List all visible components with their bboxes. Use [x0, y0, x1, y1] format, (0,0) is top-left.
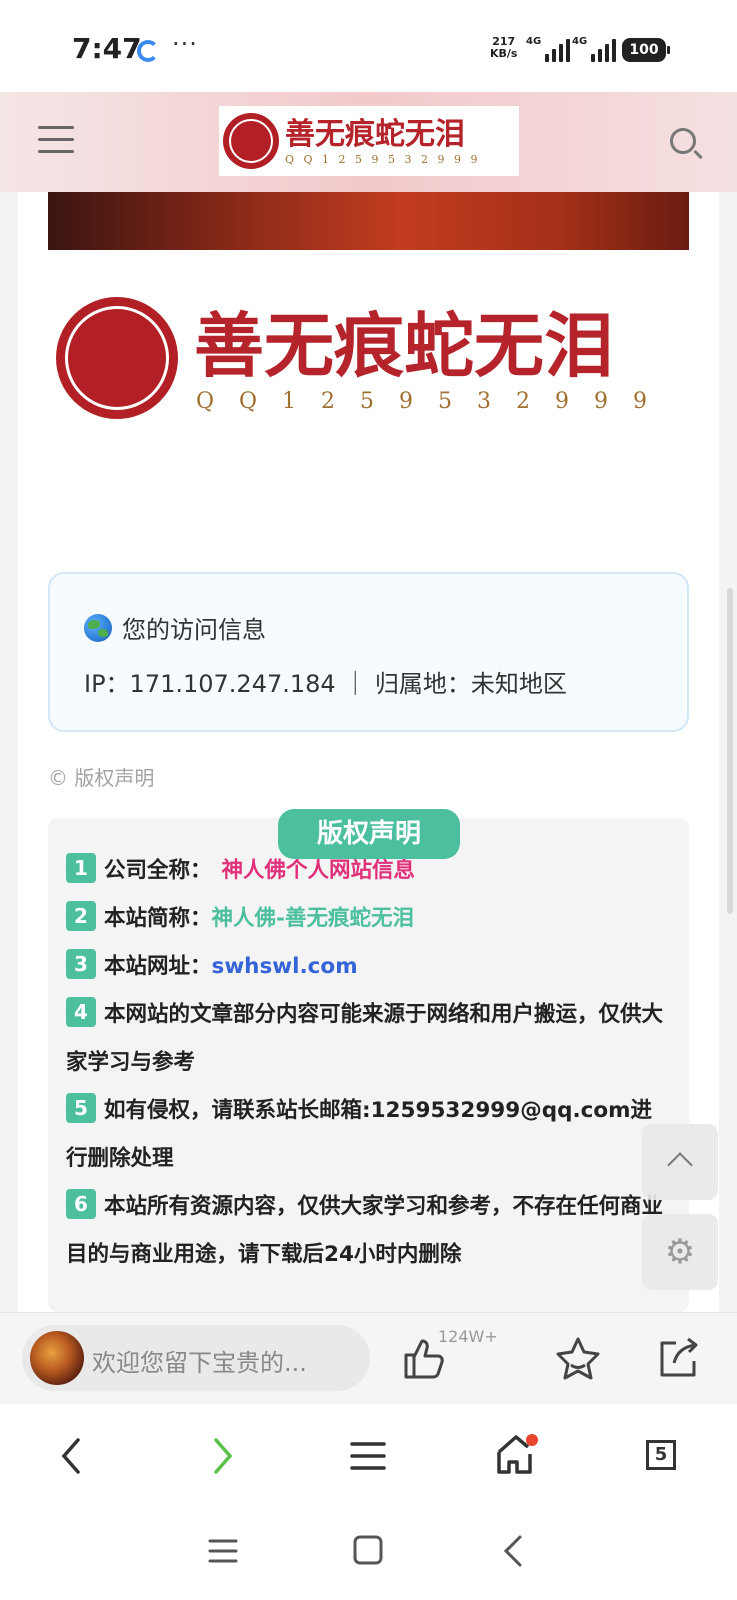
gear-icon: ⚙	[664, 1232, 696, 1272]
snake-seal-icon	[223, 113, 279, 169]
clause-label: 本站简称：	[104, 906, 212, 931]
hero-logo: 善无痕蛇无泪 Q Q 1 2 5 9 5 3 2 9 9 9	[56, 297, 656, 419]
clause-text: 本站所有资源内容，仅供大家学习和参考，不存在任何商业目的与商业用途，请下载后24…	[66, 1194, 664, 1267]
clause-item: 3 本站网址：swhswl.com	[66, 943, 666, 991]
copyright-small-label: © 版权声明	[48, 766, 155, 790]
visit-info-title-text: 您的访问信息	[122, 616, 266, 644]
site-short-name: 神人佛-善无痕蛇无泪	[211, 906, 414, 931]
header-logo-qq: Q Q 1 2 5 9 5 3 2 9 9 9	[285, 152, 481, 166]
avatar	[30, 1331, 84, 1385]
signal-2-icon: 4G	[572, 36, 617, 62]
clause-number: 1	[66, 853, 96, 883]
tabs-count-button[interactable]: 5	[646, 1440, 676, 1470]
globe-icon	[84, 613, 112, 642]
chevron-up-icon	[667, 1152, 693, 1178]
signal-1-label: 4G	[526, 36, 542, 47]
signal-1-icon: 4G	[526, 36, 571, 62]
copyright-clauses: 1 公司全称： 神人佛个人网站信息 2 本站简称：神人佛-善无痕蛇无泪 3 本站网址：s…	[66, 847, 666, 1279]
hero-logo-title: 善无痕蛇无泪	[194, 303, 614, 387]
status-time: 7:47	[72, 32, 142, 65]
banner-image	[48, 192, 689, 250]
visit-info-box: 您的访问信息 IP：171.107.247.184 ｜ 归属地：未知地区	[48, 572, 689, 732]
article-content: 善无痕蛇无泪 Q Q 1 2 5 9 5 3 2 9 9 9 您的访问信息 IP…	[18, 192, 719, 1312]
clause-label: 公司全称：	[104, 858, 212, 883]
settings-button[interactable]: ⚙	[642, 1214, 718, 1290]
clause-number: 3	[66, 949, 96, 979]
clause-number: 6	[66, 1189, 96, 1219]
favorite-star-icon[interactable]	[554, 1335, 602, 1381]
clause-label: 本站网址：	[104, 954, 212, 979]
like-count: 124W+	[438, 1327, 498, 1346]
copyright-badge: 版权声明	[278, 809, 460, 859]
clause-item: 4 本网站的文章部分内容可能来源于网络和用户搬运，仅供大家学习与参考	[66, 991, 666, 1087]
clause-item: 5 如有侵权，请联系站长邮箱:1259532999@qq.com进行删除处理	[66, 1087, 666, 1183]
recent-apps-icon[interactable]	[208, 1536, 238, 1566]
clause-number: 2	[66, 901, 96, 931]
network-speed: 217 KB/s	[490, 36, 517, 60]
system-nav-bar	[0, 1514, 737, 1600]
browser-nav-bar: 5	[0, 1404, 737, 1514]
home-button-icon[interactable]	[352, 1534, 384, 1566]
header-logo-title: 善无痕蛇无泪	[285, 116, 465, 152]
system-back-icon[interactable]	[500, 1534, 526, 1568]
share-icon[interactable]	[656, 1335, 700, 1381]
back-to-top-button[interactable]	[642, 1124, 718, 1200]
header-logo[interactable]: 善无痕蛇无泪 Q Q 1 2 5 9 5 3 2 9 9 9	[219, 106, 519, 176]
clause-text: 本网站的文章部分内容可能来源于网络和用户搬运，仅供大家学习与参考	[66, 1002, 664, 1075]
status-bar: 7:47 ··· 217 KB/s 4G 4G 100	[0, 0, 737, 92]
clause-item: 6 本站所有资源内容，仅供大家学习和参考，不存在任何商业目的与商业用途，请下载后2…	[66, 1183, 666, 1279]
back-arrow-icon[interactable]	[56, 1436, 86, 1476]
site-url-link[interactable]: swhswl.com	[212, 954, 358, 979]
clause-text: 如有侵权，请联系站长邮箱:1259532999@qq.com进行删除处理	[66, 1098, 653, 1171]
company-name: 神人佛个人网站信息	[221, 858, 416, 883]
site-header: 善无痕蛇无泪 Q Q 1 2 5 9 5 3 2 9 9 9	[0, 92, 737, 192]
visit-ip-line: IP：171.107.247.184 ｜ 归属地：未知地区	[84, 670, 567, 698]
net-speed-unit: KB/s	[490, 47, 518, 60]
snake-seal-large-icon	[56, 297, 178, 419]
home-icon[interactable]	[494, 1432, 540, 1478]
battery-icon: 100	[622, 38, 670, 62]
app-notification-icon	[137, 40, 159, 62]
search-icon[interactable]	[670, 128, 696, 154]
visit-info-title: 您的访问信息	[84, 610, 266, 645]
clause-item: 2 本站简称：神人佛-善无痕蛇无泪	[66, 895, 666, 943]
signal-2-label: 4G	[572, 36, 588, 47]
page-scrollbar[interactable]	[727, 588, 733, 914]
comment-placeholder: 欢迎您留下宝贵的...	[92, 1349, 307, 1377]
menu-icon[interactable]	[38, 126, 74, 162]
comment-input[interactable]: 欢迎您留下宝贵的...	[22, 1325, 370, 1391]
more-notifications-icon: ···	[172, 30, 198, 58]
clause-number: 4	[66, 997, 96, 1027]
hero-logo-qq: Q Q 1 2 5 9 5 3 2 9 9 9	[196, 388, 656, 414]
browser-menu-icon[interactable]	[350, 1440, 386, 1472]
forward-arrow-icon[interactable]	[208, 1436, 238, 1476]
comment-bar: 欢迎您留下宝贵的... 124W+	[0, 1312, 737, 1405]
clause-number: 5	[66, 1093, 96, 1123]
